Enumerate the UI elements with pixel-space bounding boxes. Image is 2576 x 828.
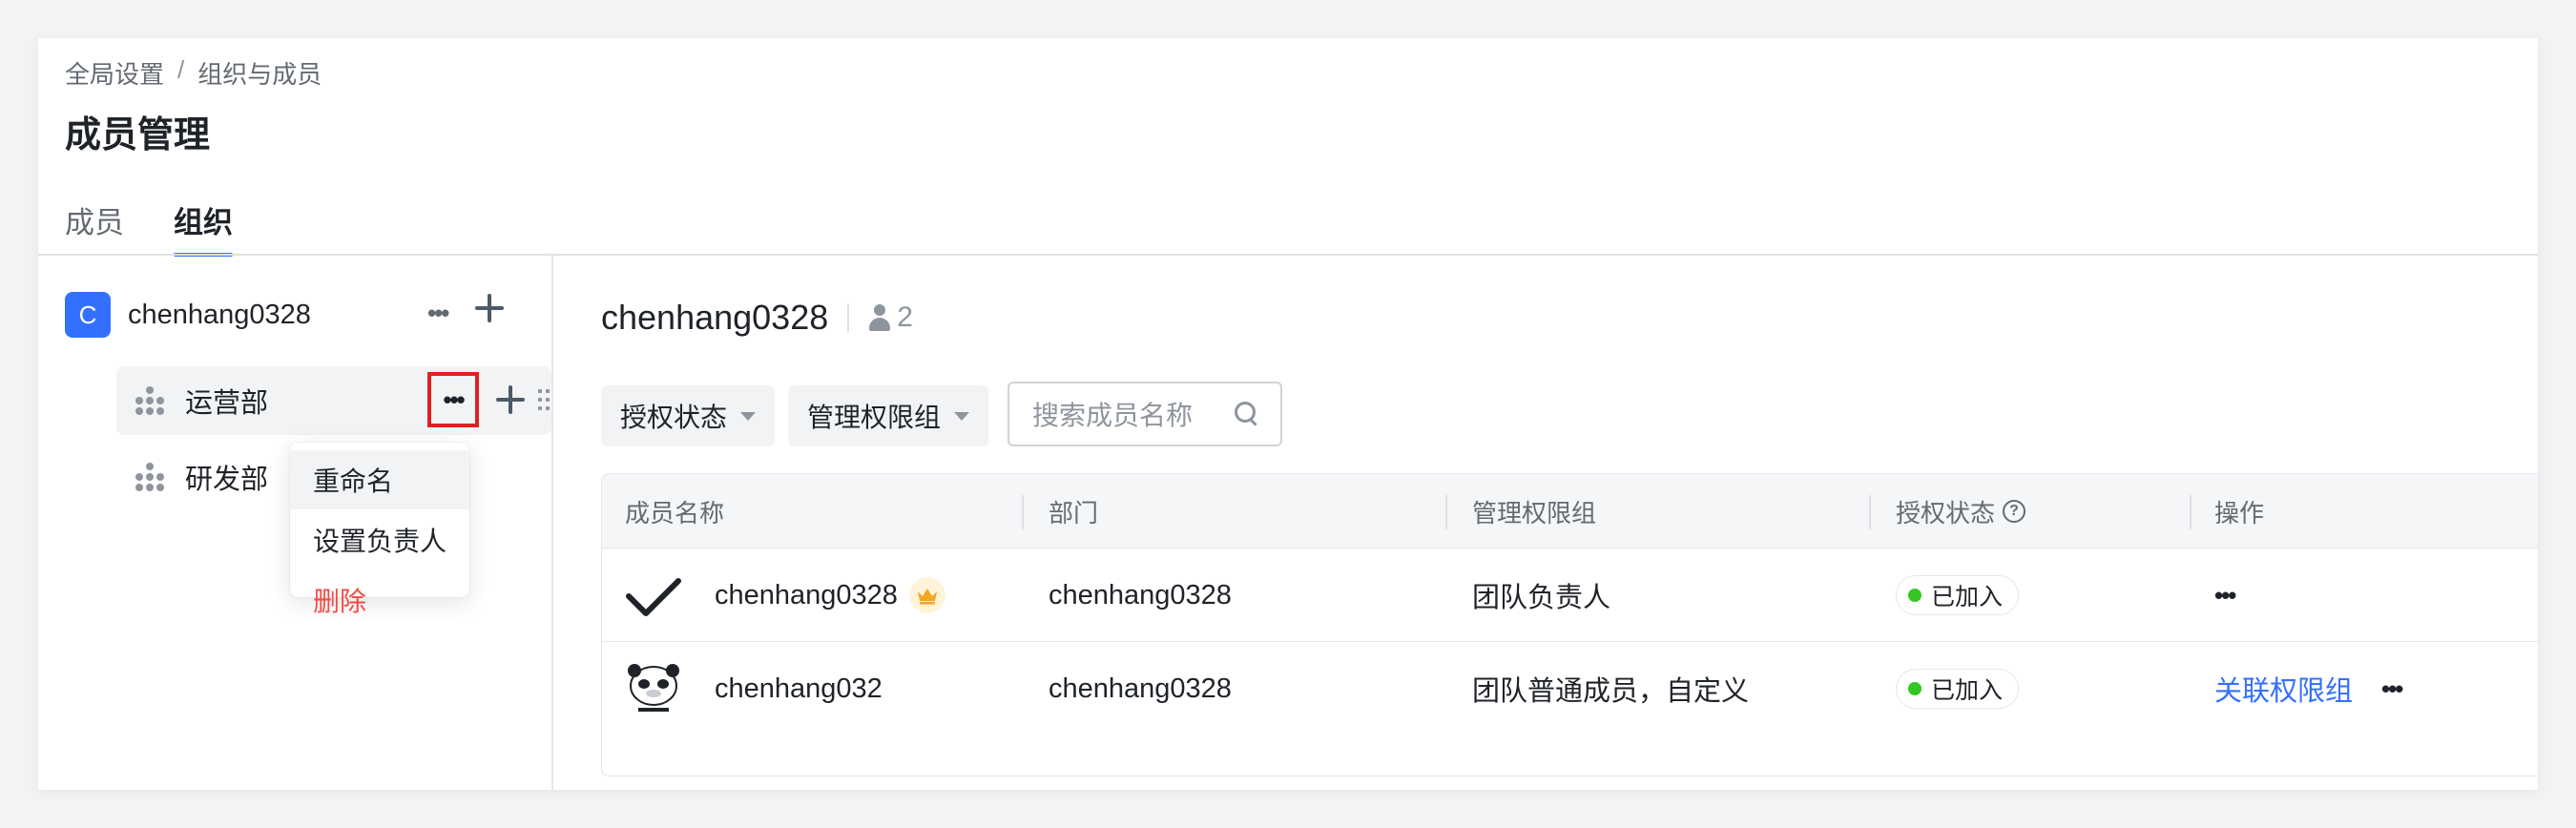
member-name: chenhang032 [715, 673, 883, 704]
menu-item-set-owner[interactable]: 设置负责人 [290, 509, 469, 570]
member-name-cell: chenhang0328 [715, 549, 945, 642]
breadcrumb-item-org-members[interactable]: 组织与成员 [197, 55, 322, 91]
search-placeholder: 搜索成员名称 [1032, 401, 1194, 430]
status-dot-icon [1908, 589, 1922, 602]
status-cell: 已加入 [1896, 549, 2020, 642]
search-icon[interactable] [1235, 402, 1259, 426]
plus-icon [475, 294, 504, 322]
member-management-card: 全局设置 / 组织与成员 成员管理 成员 组织 C chenhang0328 •… [38, 38, 2538, 790]
org-root-name: chenhang0328 [128, 299, 311, 330]
table-row: chenhang032 chenhang0328 团队普通成员，自定义 已加入 … [602, 642, 2538, 735]
org-tree-root[interactable]: C chenhang0328 [65, 292, 311, 338]
breadcrumb-item-global-settings[interactable]: 全局设置 [65, 55, 164, 91]
link-permission-group-link[interactable]: 关联权限组 [2214, 669, 2353, 709]
status-label: 已加入 [1931, 677, 2004, 704]
admin-group-cell: 团队普通成员，自定义 [1472, 676, 1750, 707]
panda-meme-avatar-icon [628, 664, 679, 712]
column-divider[interactable] [1869, 495, 1871, 529]
tab-bar: 成员 组织 [65, 198, 233, 257]
actions-cell: 关联权限组 ••• [2214, 642, 2403, 735]
table-header: 成员名称 部门 管理权限组 授权状态 ? 操作 [602, 474, 2538, 549]
member-count-value: 2 [897, 301, 913, 333]
status-badge: 已加入 [1896, 575, 2020, 615]
checkmark-avatar-icon [626, 578, 681, 616]
column-divider[interactable] [1022, 495, 1024, 529]
member-search-input[interactable]: 搜索成员名称 [1008, 382, 1282, 446]
tab-members[interactable]: 成员 [65, 198, 124, 257]
detail-title: chenhang0328 [601, 298, 829, 337]
tab-organization[interactable]: 组织 [174, 198, 233, 257]
auth-status-header-label: 授权状态 [1896, 498, 1996, 528]
status-badge: 已加入 [1896, 669, 2020, 709]
column-divider[interactable] [1445, 495, 1447, 529]
root-more-icon[interactable]: ••• [427, 300, 449, 325]
row-more-icon[interactable]: ••• [2214, 581, 2236, 611]
dept-item-operations[interactable]: 运营部 ••• [116, 366, 551, 435]
status-cell: 已加入 [1896, 642, 2020, 735]
department-cell: chenhang0328 [1049, 579, 1232, 611]
drag-handle-icon[interactable] [538, 389, 550, 410]
column-header-name: 成员名称 [625, 498, 725, 528]
person-icon [868, 304, 891, 331]
actions-cell: ••• [2214, 549, 2236, 642]
auth-status-filter-label: 授权状态 [620, 403, 728, 432]
menu-item-delete[interactable]: 删除 [290, 570, 469, 630]
member-table: 成员名称 部门 管理权限组 授权状态 ? 操作 chenhang0328 che… [601, 473, 2538, 776]
row-more-icon[interactable]: ••• [2381, 674, 2403, 704]
dept-label: 研发部 [185, 465, 269, 495]
dept-add-button[interactable] [496, 385, 525, 419]
dept-label: 运营部 [185, 388, 269, 419]
dept-context-menu: 重命名 设置负责人 删除 [290, 443, 469, 616]
org-avatar: C [65, 292, 111, 338]
more-icon: ••• [443, 384, 465, 414]
breadcrumb: 全局设置 / 组织与成员 [65, 55, 322, 91]
admin-group-filter-label: 管理权限组 [807, 403, 942, 432]
breadcrumb-separator: / [177, 55, 185, 84]
auth-status-filter[interactable]: 授权状态 [601, 385, 776, 446]
dept-more-button[interactable]: ••• [427, 372, 479, 427]
menu-item-rename[interactable]: 重命名 [290, 450, 469, 509]
column-divider[interactable] [2190, 495, 2192, 529]
org-structure-icon [135, 386, 164, 415]
status-dot-icon [1908, 682, 1922, 695]
table-row: chenhang0328 chenhang0328 团队负责人 已加入 ••• [602, 549, 2538, 642]
org-structure-icon [135, 463, 164, 491]
caret-down-icon [740, 411, 757, 421]
column-header-admin-group: 管理权限组 [1472, 498, 1597, 528]
root-add-button[interactable] [475, 294, 508, 326]
admin-group-cell: 团队负责人 [1472, 583, 1611, 613]
help-icon[interactable]: ? [2003, 500, 2026, 523]
title-divider [847, 303, 850, 332]
column-header-department: 部门 [1049, 498, 1099, 528]
admin-group-filter[interactable]: 管理权限组 [788, 385, 989, 446]
member-name: chenhang0328 [715, 579, 898, 611]
member-name-cell: chenhang032 [715, 642, 883, 735]
detail-header: chenhang0328 2 [601, 298, 913, 338]
page-title: 成员管理 [65, 115, 211, 155]
department-cell: chenhang0328 [1049, 673, 1232, 704]
crown-icon [908, 577, 945, 613]
caret-down-icon [954, 411, 970, 421]
column-header-actions: 操作 [2214, 498, 2265, 528]
member-count: 2 [868, 301, 913, 334]
plus-icon [496, 385, 525, 414]
column-header-auth-status: 授权状态 ? [1896, 474, 2026, 549]
status-label: 已加入 [1931, 584, 2004, 611]
